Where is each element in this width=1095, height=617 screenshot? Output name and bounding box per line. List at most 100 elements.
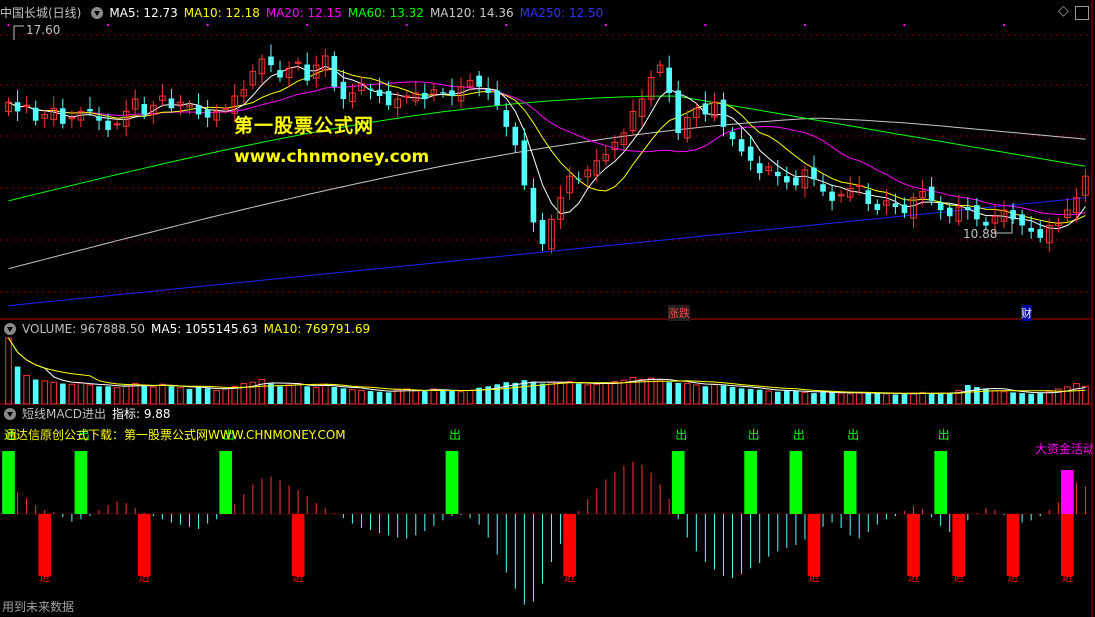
panel-menu-icon[interactable] <box>91 7 104 19</box>
top-marker-dot <box>107 24 110 26</box>
volume-bar <box>747 389 754 404</box>
volume-bar <box>539 383 546 404</box>
panel-menu-icon[interactable] <box>4 323 16 335</box>
panel-menu-icon[interactable] <box>4 408 16 420</box>
volume-bar <box>683 383 691 405</box>
candle-body <box>774 171 781 177</box>
volume-bar <box>756 389 763 404</box>
ma10-line <box>8 68 1086 224</box>
volume-bar <box>412 389 420 405</box>
volume-bar <box>919 391 926 405</box>
candle-body <box>385 91 392 106</box>
candle-body <box>32 107 39 121</box>
volume-bar <box>711 383 718 405</box>
sell-signal-bar <box>74 451 88 514</box>
volume-bar <box>32 379 39 404</box>
candle-body <box>367 88 374 90</box>
candle-body <box>485 89 491 93</box>
sell-signal-bar <box>2 451 15 514</box>
ma250-label: MA250: 12.50 <box>519 6 604 20</box>
volume-bar <box>1037 393 1044 404</box>
candle-body <box>829 191 835 201</box>
candle-body <box>865 190 872 204</box>
buy-signal-bar <box>907 514 920 576</box>
price-panel-header: 中国长城(日线) MA5: 12.73 MA10: 12.18 MA20: 12.15… <box>0 5 609 21</box>
volume-bar <box>312 387 320 405</box>
volume-bar <box>946 393 953 404</box>
sell-signal-bar <box>843 451 857 514</box>
volume-bar <box>159 383 166 405</box>
volume-bar <box>720 385 727 404</box>
high-price-mark: 17.60 <box>26 23 61 37</box>
volume-bar <box>784 390 790 404</box>
volume-title: VOLUME: 967888.50 <box>22 322 145 336</box>
volume-bar <box>340 388 347 404</box>
candle-body <box>331 55 338 87</box>
candle-body <box>720 99 727 127</box>
top-marker-dot <box>206 24 209 26</box>
volume-bar <box>1000 391 1008 405</box>
volume-bar <box>820 391 826 404</box>
buy-signal-bar <box>137 514 151 576</box>
volume-bar <box>277 386 283 404</box>
buy-signal-label: 进 <box>1007 570 1019 584</box>
volume-bar <box>131 383 139 405</box>
sell-signal-bar <box>219 451 233 514</box>
volume-bar <box>892 394 899 404</box>
volume-bar <box>865 392 872 404</box>
buy-signal-label: 进 <box>39 570 51 584</box>
volume-bar <box>394 389 401 405</box>
volume-bar <box>168 386 175 404</box>
volume-bar <box>150 386 157 405</box>
candle-body <box>168 98 175 109</box>
volume-bar <box>693 384 700 405</box>
candle-body <box>476 75 482 87</box>
ma5-label: MA5: 12.73 <box>109 6 178 20</box>
buy-signal-bar <box>1006 514 1020 576</box>
diamond-icon[interactable]: ◇ <box>1058 3 1069 19</box>
volume-ma10-label: MA10: 769791.69 <box>263 322 371 336</box>
volume-bar <box>23 374 30 405</box>
candle-body <box>60 108 66 124</box>
candle-body <box>1010 210 1016 220</box>
sell-signal-label: 出 <box>675 428 687 442</box>
watermark-url: www.chnmoney.com <box>234 147 430 167</box>
candle-body <box>1019 214 1025 226</box>
volume-bar <box>566 381 573 405</box>
volume-bar <box>5 337 12 405</box>
candle-body <box>512 126 519 146</box>
sell-signal-label: 出 <box>793 428 805 442</box>
sell-signal-label: 出 <box>938 428 950 442</box>
expand-icon[interactable] <box>1075 6 1089 20</box>
event-mark-zhangdie[interactable]: 涨跌 <box>668 305 690 321</box>
top-marker-dot <box>704 24 707 26</box>
volume-bar <box>422 391 428 404</box>
top-marker-dot <box>306 24 309 26</box>
volume-bar <box>530 381 537 404</box>
chart-canvas: 出出出出出出出出出进进进进进进进进进 <box>0 0 1093 617</box>
volume-ma5-label: MA5: 1055145.63 <box>151 322 258 336</box>
volume-bar <box>883 393 890 405</box>
volume-bar <box>268 383 274 404</box>
volume-bar <box>811 393 817 404</box>
candle-body <box>440 92 446 94</box>
sell-signal-bar <box>445 451 459 514</box>
buy-signal-label: 进 <box>908 570 920 584</box>
volume-bar <box>729 386 736 404</box>
volume-bar <box>68 383 76 405</box>
candle-body <box>521 140 528 186</box>
volume-bar <box>1082 385 1089 405</box>
volume-panel-header: VOLUME: 967888.50 MA5: 1055145.63 MA10: 76… <box>0 321 376 337</box>
volume-bar <box>457 391 465 405</box>
candle-body <box>422 92 428 100</box>
sell-signal-bar <box>934 451 948 514</box>
candle-body <box>204 109 211 118</box>
fund-signal-bar <box>1061 470 1074 514</box>
volume-bar <box>1045 391 1053 405</box>
low-price-mark: 10.88 <box>963 227 998 241</box>
buy-signal-label: 进 <box>953 570 965 584</box>
volume-bar <box>793 391 799 404</box>
volume-bar <box>177 387 184 405</box>
indicator-panel-header: 短线MACD进出 指标: 9.88 <box>0 406 177 422</box>
event-mark-cai[interactable]: 财 <box>1021 305 1032 321</box>
